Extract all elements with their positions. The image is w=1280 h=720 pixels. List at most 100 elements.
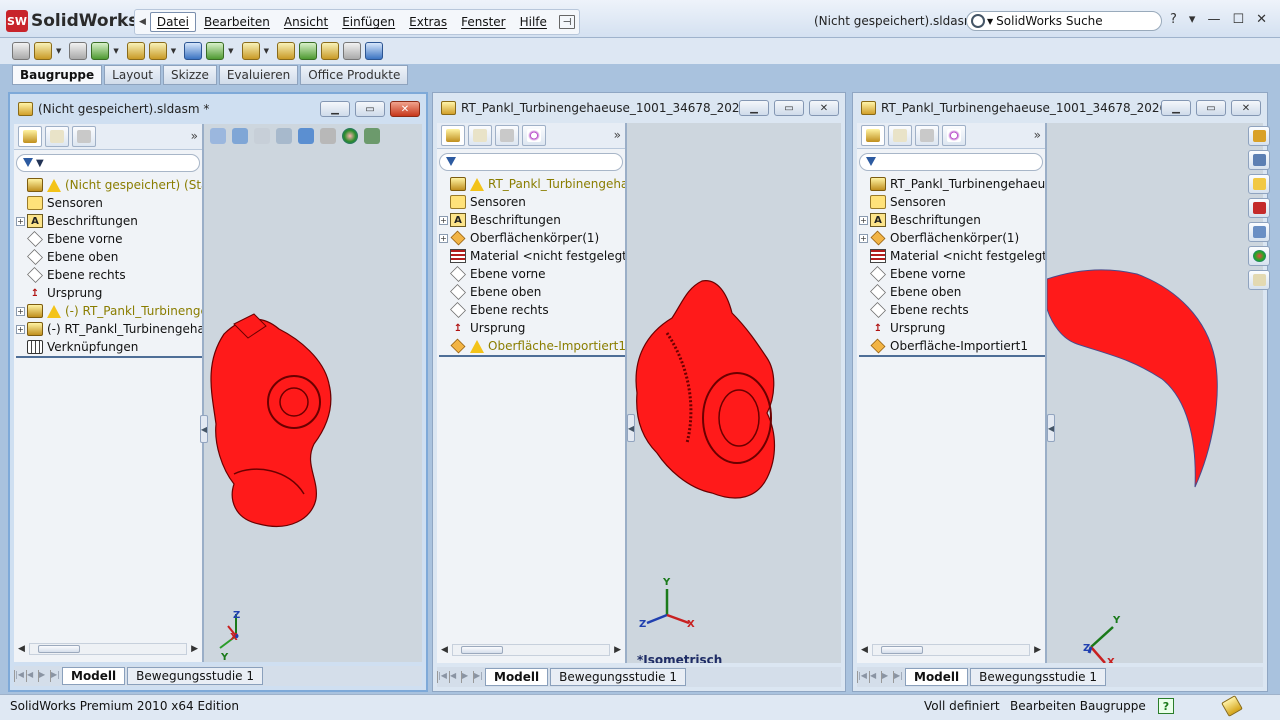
graphics-area[interactable]: Y X Z » RT_Pankl_Turbinengehaeuse_1(Sens… — [857, 123, 1263, 663]
scroll-right-icon[interactable]: ▶ — [1034, 645, 1041, 655]
reference-geometry-icon[interactable] — [241, 42, 260, 60]
propertymanager-tab[interactable] — [45, 126, 69, 147]
close-button[interactable]: ✕ — [1256, 12, 1267, 27]
search-input[interactable]: ▼ SolidWorks Suche — [966, 11, 1162, 31]
tab-layout[interactable]: Layout — [104, 65, 161, 85]
tab-prev-icon[interactable]: ◀ — [449, 671, 459, 683]
tab-first-icon[interactable]: |◀ — [14, 670, 24, 682]
bill-of-materials-icon[interactable] — [298, 42, 317, 60]
featuremanager-tab[interactable] — [441, 125, 465, 146]
tab-evaluieren[interactable]: Evaluieren — [218, 65, 299, 85]
tags-icon[interactable] — [1221, 695, 1243, 717]
expand-icon[interactable]: + — [439, 233, 448, 243]
new-motion-study-icon[interactable] — [276, 42, 295, 60]
menu-hilfe[interactable]: Hilfe — [514, 13, 553, 31]
appearances-icon[interactable] — [1248, 246, 1270, 266]
file-explorer-icon[interactable] — [1248, 174, 1270, 194]
tree-item[interactable]: + A Beschriftungen — [859, 211, 1045, 229]
window-close-button[interactable]: ✕ — [390, 101, 420, 117]
tree-item[interactable]: RT_Pankl_Turbinengehaeuse_1( — [859, 175, 1045, 193]
tree-item[interactable]: Ebene oben — [859, 283, 1045, 301]
tree-item[interactable]: Oberfläche-Importiert1 — [859, 337, 1045, 355]
hide-show-icon[interactable] — [320, 128, 336, 144]
window-maximize-button[interactable]: ▭ — [1196, 100, 1226, 116]
window-close-button[interactable]: ✕ — [809, 100, 839, 116]
expand-icon[interactable]: + — [439, 215, 448, 225]
more-tabs-icon[interactable]: » — [1034, 128, 1041, 142]
display-style-icon[interactable] — [298, 128, 314, 144]
document-window-part-1[interactable]: RT_Pankl_Turbinengehaeuse_1001_34678_202… — [432, 92, 846, 692]
expand-icon[interactable]: + — [859, 233, 868, 243]
configurationmanager-tab[interactable] — [915, 125, 939, 146]
scroll-right-icon[interactable]: ▶ — [614, 645, 621, 655]
mate-icon[interactable] — [69, 42, 88, 60]
insert-components-icon[interactable] — [34, 42, 52, 60]
turbine-housing-model[interactable] — [204, 304, 354, 544]
more-tabs-icon[interactable]: » — [191, 129, 198, 143]
search-results-icon[interactable] — [1248, 198, 1270, 218]
configurationmanager-tab[interactable] — [495, 125, 519, 146]
appearance-icon[interactable] — [342, 128, 358, 144]
tree-scrollbar[interactable]: ◀ ▶ — [18, 642, 198, 656]
feature-filter-input[interactable]: ▼ — [16, 154, 200, 172]
smart-fasteners-icon[interactable] — [126, 42, 145, 60]
tab-next-icon[interactable]: ▶ — [881, 671, 891, 683]
tab-first-icon[interactable]: |◀ — [437, 671, 447, 683]
scroll-left-icon[interactable]: ◀ — [861, 645, 868, 655]
scroll-left-icon[interactable]: ◀ — [18, 644, 25, 654]
window-maximize-button[interactable]: ▭ — [355, 101, 385, 117]
tree-item[interactable]: Ebene rechts — [439, 301, 625, 319]
surface-model[interactable] — [1047, 269, 1227, 499]
scroll-right-icon[interactable]: ▶ — [191, 644, 198, 654]
menu-einfuegen[interactable]: Einfügen — [336, 13, 401, 31]
pin-menu-icon[interactable]: ⊣ — [558, 15, 575, 29]
dropdown-icon[interactable]: ▼ — [228, 47, 233, 55]
exploded-view-icon[interactable] — [320, 42, 339, 60]
new-component-icon[interactable] — [12, 42, 30, 60]
expand-icon[interactable]: + — [16, 306, 25, 316]
window-minimize-button[interactable]: ▁ — [320, 101, 350, 117]
dropdown-icon[interactable]: ▼ — [171, 47, 176, 55]
window-minimize-button[interactable]: ▁ — [1161, 100, 1191, 116]
zoom-to-area-icon[interactable] — [232, 128, 248, 144]
tab-last-icon[interactable]: ▶| — [50, 670, 60, 682]
tree-item[interactable]: Ebene vorne — [16, 230, 202, 248]
tree-scrollbar[interactable]: ◀ ▶ — [861, 643, 1041, 657]
tab-modell[interactable]: Modell — [905, 668, 969, 686]
tab-baugruppe[interactable]: Baugruppe — [12, 65, 103, 85]
feature-filter-input[interactable] — [859, 153, 1043, 171]
tab-next-icon[interactable]: ▶ — [461, 671, 471, 683]
pane-collapse-handle[interactable]: ◀ — [200, 415, 208, 443]
menu-bearbeiten[interactable]: Bearbeiten — [198, 13, 276, 31]
help-icon[interactable]: ? — [1170, 12, 1177, 27]
tree-item[interactable]: Sensoren — [859, 193, 1045, 211]
document-window-assembly[interactable]: (Nicht gespeichert).sldasm * ▁ ▭ ✕ Z Y X… — [8, 92, 428, 692]
expand-icon[interactable]: + — [16, 324, 25, 334]
tree-item[interactable]: Ebene rechts — [859, 301, 1045, 319]
turbine-housing-model[interactable] — [627, 273, 797, 513]
menu-collapse-icon[interactable]: ◀ — [139, 17, 146, 27]
show-hidden-icon[interactable] — [184, 42, 203, 60]
tab-modell[interactable]: Modell — [485, 668, 549, 686]
expand-icon[interactable]: + — [16, 216, 25, 226]
propertymanager-tab[interactable] — [888, 125, 912, 146]
menu-ansicht[interactable]: Ansicht — [278, 13, 334, 31]
tab-office-produkte[interactable]: Office Produkte — [300, 65, 409, 85]
view-palette-icon[interactable] — [1248, 222, 1270, 242]
move-component-icon[interactable] — [148, 42, 167, 60]
dimxpert-tab[interactable] — [522, 125, 546, 146]
tab-next-icon[interactable]: ▶ — [38, 670, 48, 682]
tab-last-icon[interactable]: ▶| — [893, 671, 903, 683]
design-library-icon[interactable] — [1248, 150, 1270, 170]
pane-collapse-handle[interactable]: ◀ — [627, 414, 635, 442]
linear-pattern-icon[interactable] — [91, 42, 110, 60]
menu-datei[interactable]: Datei — [149, 12, 196, 32]
quick-tips-icon[interactable]: ? — [1158, 698, 1174, 714]
tree-item[interactable]: ↥ Ursprung — [439, 319, 625, 337]
explode-line-icon[interactable] — [342, 42, 361, 60]
tab-modell[interactable]: Modell — [62, 667, 126, 685]
menu-fenster[interactable]: Fenster — [455, 13, 512, 31]
tree-scrollbar[interactable]: ◀ ▶ — [441, 643, 621, 657]
more-tabs-icon[interactable]: » — [614, 128, 621, 142]
solidworks-logo[interactable]: SW SolidWorks — [6, 9, 138, 33]
